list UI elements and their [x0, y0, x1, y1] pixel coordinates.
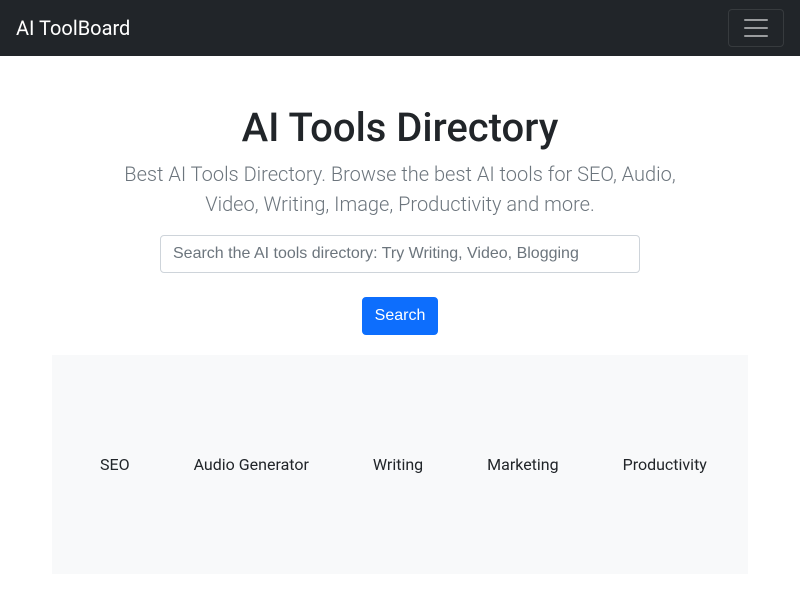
hero-section: AI Tools Directory Best AI Tools Directo… — [100, 56, 700, 335]
category-item-audio-generator[interactable]: Audio Generator — [194, 455, 309, 474]
page-title: AI Tools Directory — [100, 104, 700, 151]
page-subtitle: Best AI Tools Directory. Browse the best… — [100, 159, 700, 219]
search-input[interactable] — [160, 235, 640, 273]
search-button[interactable]: Search — [362, 297, 439, 335]
search-form — [100, 235, 700, 273]
category-item-marketing[interactable]: Marketing — [487, 455, 558, 474]
hamburger-icon — [744, 19, 768, 37]
navbar-toggler-button[interactable] — [728, 9, 784, 47]
category-item-writing[interactable]: Writing — [373, 455, 423, 474]
category-item-productivity[interactable]: Productivity — [623, 455, 707, 474]
categories-section: SEO Audio Generator Writing Marketing Pr… — [52, 355, 748, 574]
navbar-brand[interactable]: AI ToolBoard — [16, 11, 130, 45]
category-item-seo[interactable]: SEO — [100, 455, 130, 474]
navbar: AI ToolBoard — [0, 0, 800, 56]
